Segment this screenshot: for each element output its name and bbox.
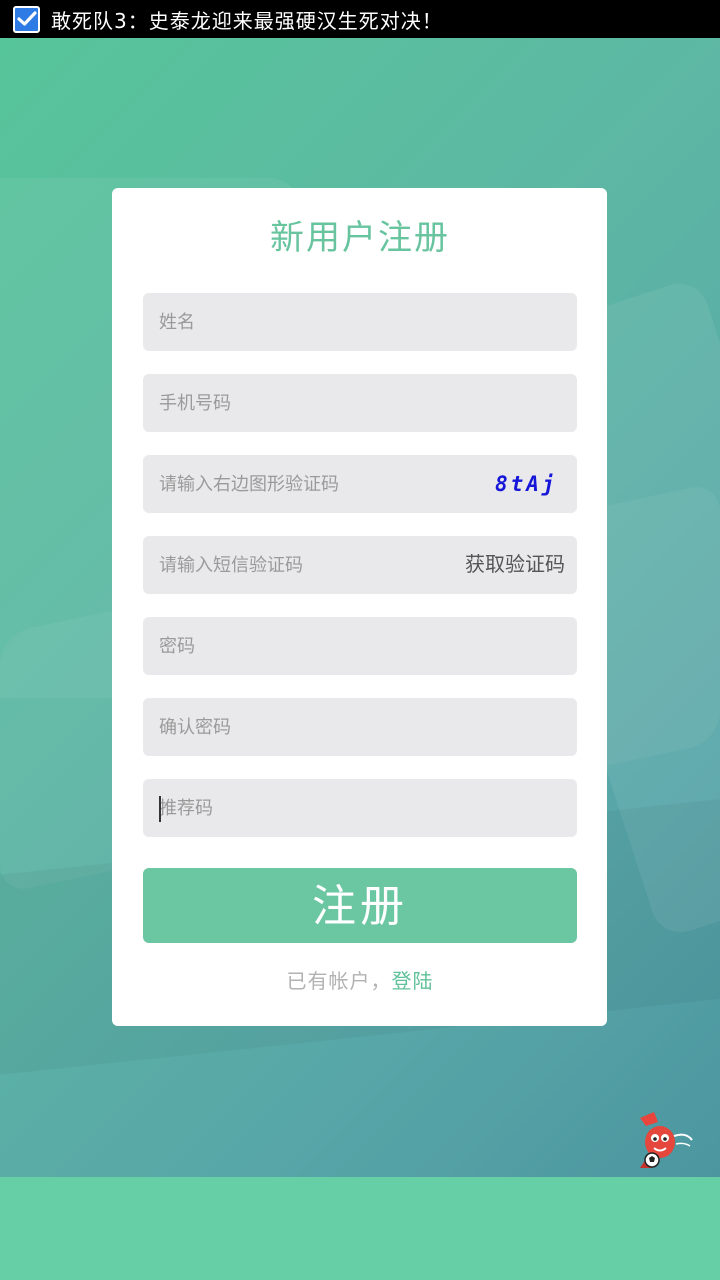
bottom-bar <box>0 1177 720 1280</box>
status-bar: 敢死队3：史泰龙迎来最强硬汉生死对决！ <box>0 0 720 38</box>
login-link[interactable]: 登陆 <box>392 969 434 993</box>
notification-text: 敢死队3：史泰龙迎来最强硬汉生死对决！ <box>51 8 443 33</box>
password-field[interactable] <box>143 617 577 675</box>
name-input[interactable] <box>143 293 459 351</box>
name-field[interactable] <box>143 293 577 351</box>
confirm-password-input[interactable] <box>143 698 459 756</box>
mascot-icon[interactable] <box>632 1108 698 1174</box>
captcha-image[interactable]: 8tAj <box>495 455 577 513</box>
login-prompt: 已有帐户，登陆 <box>0 966 720 996</box>
checkbox-icon <box>13 5 40 33</box>
image-code-field[interactable]: 8tAj <box>143 455 577 513</box>
referral-code-field[interactable] <box>143 779 577 837</box>
image-code-input[interactable] <box>143 455 459 513</box>
register-button[interactable]: 注册 <box>143 868 577 943</box>
confirm-password-field[interactable] <box>143 698 577 756</box>
password-input[interactable] <box>143 617 459 675</box>
sms-code-input[interactable] <box>143 536 459 594</box>
text-cursor <box>159 796 161 822</box>
get-sms-code-button[interactable]: 获取验证码 <box>465 536 565 594</box>
phone-field[interactable] <box>143 374 577 432</box>
phone-input[interactable] <box>143 374 459 432</box>
page-title: 新用户注册 <box>270 218 450 258</box>
sms-code-field[interactable]: 获取验证码 <box>143 536 577 594</box>
referral-code-input[interactable] <box>143 779 459 837</box>
have-account-text: 已有帐户， <box>286 969 392 993</box>
